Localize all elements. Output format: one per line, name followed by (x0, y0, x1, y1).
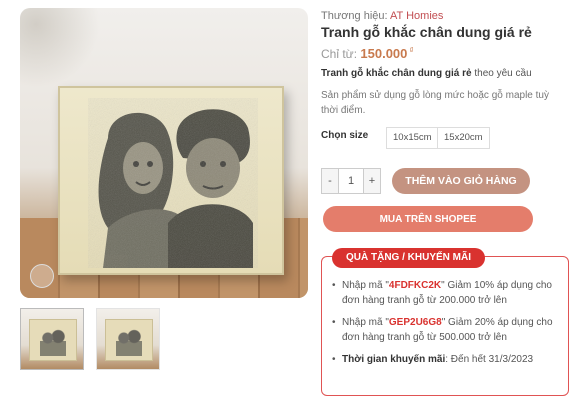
product-title: Tranh gỗ khắc chân dung giá rẻ (321, 24, 532, 40)
product-main-image[interactable] (20, 8, 308, 298)
price-label: Chỉ từ: (321, 47, 358, 61)
zoom-icon[interactable] (30, 264, 54, 288)
promo-header: QUÀ TẶNG / KHUYẾN MÃI (332, 248, 485, 268)
deadline-label: Thời gian khuyến mãi (342, 354, 446, 365)
promo-item: Nhập mã "4FDFKC2K" Giảm 10% áp dụng cho … (332, 278, 564, 308)
buy-on-shopee-button[interactable]: MUA TRÊN SHOPEE (323, 206, 533, 232)
size-label: Chọn size (321, 130, 369, 141)
intro-rest: theo yêu cầu (474, 68, 532, 79)
add-to-cart-button[interactable]: THÊM VÀO GIỎ HÀNG (392, 168, 530, 194)
promo-code: 4FDFKC2K (388, 280, 442, 291)
brand-label: Thương hiệu: (321, 10, 388, 22)
intro-bold: Tranh gỗ khắc chân dung giá rẻ (321, 68, 472, 79)
quantity-stepper: - 1 + (321, 168, 381, 194)
couple-portrait-engraving (88, 98, 258, 268)
engraved-wood-board (58, 86, 284, 275)
thumbnail-image (105, 319, 153, 361)
promo-code: GEP2U6G8 (388, 317, 442, 328)
background-plant (20, 8, 100, 88)
quantity-increase-button[interactable]: + (364, 169, 380, 193)
thumbnail-image (29, 319, 77, 361)
promo-deadline: Thời gian khuyến mãi: Đến hết 31/3/2023 (332, 352, 564, 367)
promo-item: Nhập mã "GEP2U6G8" Giảm 20% áp dụng cho … (332, 315, 564, 345)
price-line: Chỉ từ: 150.000 ₫ (321, 46, 414, 61)
brand-line: Thương hiệu: AT Homies (321, 10, 443, 22)
thumbnail-2[interactable] (96, 308, 160, 370)
promo-text: Nhập mã " (342, 317, 389, 328)
deadline-value: : Đến hết 31/3/2023 (445, 354, 534, 365)
product-description: Sản phẩm sử dụng gỗ lòng mức hoặc gỗ map… (321, 90, 549, 116)
thumbnail-1[interactable] (20, 308, 84, 370)
quantity-decrease-button[interactable]: - (322, 169, 338, 193)
brand-link[interactable]: AT Homies (390, 10, 443, 22)
promo-list: Nhập mã "4FDFKC2K" Giảm 10% áp dụng cho … (332, 278, 564, 374)
price-value: 150.000 (360, 46, 408, 61)
product-intro: Tranh gỗ khắc chân dung giá rẻ theo yêu … (321, 68, 532, 79)
size-option-10x15[interactable]: 10x15cm (386, 127, 439, 149)
size-option-15x20[interactable]: 15x20cm (437, 127, 490, 149)
quantity-input[interactable]: 1 (338, 169, 364, 193)
price-currency: ₫ (409, 46, 414, 55)
promo-text: Nhập mã " (342, 280, 389, 291)
